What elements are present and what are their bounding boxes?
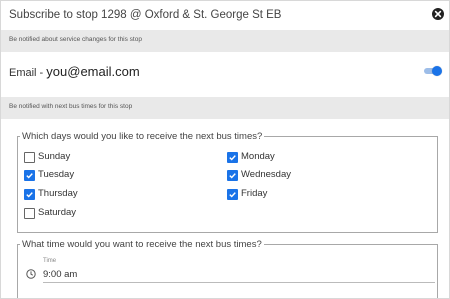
email-address: you@email.com [46,64,140,79]
time-caption: Time [43,258,57,264]
day-label: Friday [241,188,268,199]
service-changes-header-text: Be notified about service changes for th… [9,36,142,43]
close-button[interactable] [432,8,444,20]
days-legend: Which days would you like to receive the… [22,131,263,142]
day-label: Tuesday [38,169,75,180]
day-label: Wednesday [241,169,291,180]
close-icon [434,10,442,18]
friday-checkbox[interactable] [227,189,238,200]
email-label: Email - you@email.com [9,64,140,79]
time-input[interactable]: 9:00 am [43,269,77,280]
monday-checkbox[interactable] [227,152,238,163]
time-fieldset: What time would you want to receive the … [17,239,438,298]
email-prefix: Email - [9,67,47,79]
day-label: Saturday [38,207,77,218]
toggle-knob [432,66,442,76]
next-bus-header-text: Be notified with next bus times for this… [9,103,133,110]
day-label: Sunday [38,151,71,162]
clock-icon [26,269,36,279]
day-label: Monday [241,151,275,162]
thursday-checkbox[interactable] [24,189,35,200]
email-row: Email - you@email.com [1,52,449,97]
time-input-underline [43,282,435,283]
wednesday-checkbox[interactable] [227,170,238,181]
dialog-title-bar: Subscribe to stop 1298 @ Oxford & St. Ge… [1,1,449,31]
service-changes-header: Be notified about service changes for th… [1,30,449,52]
service-changes-toggle[interactable] [424,66,442,76]
tuesday-checkbox[interactable] [24,170,35,181]
time-legend: What time would you want to receive the … [22,239,262,250]
next-bus-header: Be notified with next bus times for this… [1,97,449,119]
subscribe-dialog: Subscribe to stop 1298 @ Oxford & St. Ge… [0,0,450,299]
days-fieldset: Which days would you like to receive the… [17,131,438,233]
saturday-checkbox[interactable] [24,208,35,219]
day-label: Thursday [38,188,78,199]
dialog-title: Subscribe to stop 1298 @ Oxford & St. Ge… [9,9,282,21]
sunday-checkbox[interactable] [24,152,35,163]
